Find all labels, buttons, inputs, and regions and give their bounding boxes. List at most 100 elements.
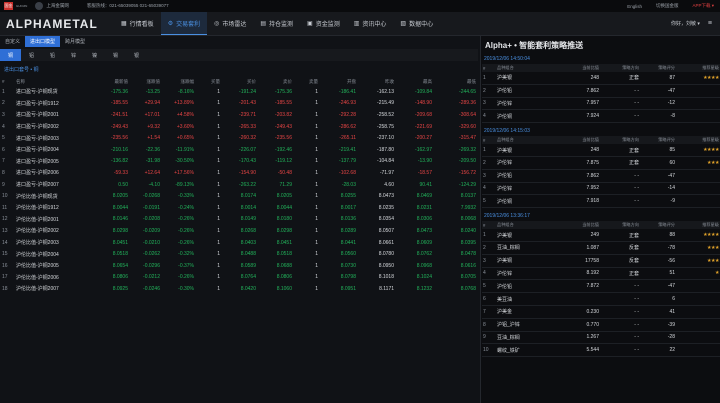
strategy-row[interactable]: 6 美豆油 - -6 (482, 292, 720, 306)
cell-8: 1 (315, 88, 318, 95)
strategy-row[interactable]: 8 沪铝_沪锌 0.770- - -39 (482, 318, 720, 332)
cell-6: 8.0488 (240, 251, 256, 258)
nav-icon-5: ▥ (353, 21, 360, 27)
table-row[interactable]: 7 进口盈亏-沪铜2005 -136.82 -31.98 -30.50% 1 -170.43… (0, 156, 478, 168)
strategy-row[interactable]: 5 沪伦铜 7.918- - -9 (482, 194, 720, 209)
metal-tab-2[interactable]: 铅 (42, 49, 63, 61)
strategy-row[interactable]: 1 沪美银 248 正套 87 ★★★★ (482, 72, 720, 85)
cell-10: 8.1171 (379, 285, 394, 292)
strategy-row[interactable]: 4 沪伦铜 7.924- - -8 (482, 109, 720, 124)
nav-item-5[interactable]: ▥ 资讯中心 (347, 12, 394, 35)
table-row[interactable]: 12 沪伦比值-沪铜2001 8.0146 -0.0208 -0.26% 1 8.0149 8… (0, 214, 478, 226)
strategy-cell-4: 6 (640, 292, 676, 306)
cell-4: -8.16% (178, 88, 194, 95)
cell-0: 7 (2, 158, 5, 165)
col-header-11[interactable]: 最高 (396, 77, 434, 86)
cell-0: 5 (2, 135, 5, 142)
strategy-row[interactable]: 2 豆油_棕榈 1.087 反套 -78 ★★★ (482, 241, 720, 255)
col-header-8[interactable]: 卖量 (294, 77, 320, 86)
strategy-row[interactable]: 3 沪美铜 17758 反套 -56 ★★★ (482, 254, 720, 268)
col-header-7[interactable]: 卖价 (258, 77, 294, 86)
strategy-row[interactable]: 7 沪美金 0.230- -41 (482, 305, 720, 319)
col-header-9[interactable]: 开盘 (320, 77, 358, 86)
cell-6: -265.33 (239, 123, 256, 130)
strategy-cell-4: 22 (640, 343, 676, 358)
strategy-row[interactable]: 5 沪伦铅 7.872- - -47 (482, 279, 720, 294)
metal-tab-5[interactable]: 锡 (105, 49, 126, 61)
metal-tab-6[interactable]: 银 (126, 49, 147, 61)
table-row[interactable]: 1 进口盈亏-沪铜现货 -175.36 -13.25 -8.16% 1 -191.24 -17… (0, 86, 478, 98)
table-row[interactable]: 10 沪伦比值-沪铜现货 8.0205 -0.0268 -0.33% 1 8.0174 8.0… (0, 190, 478, 202)
cell-8: 1 (315, 216, 318, 223)
nav-item-2[interactable]: ◎ 市场雷达 (207, 12, 253, 35)
table-row[interactable]: 15 沪伦比值-沪铜2004 8.0518 -0.0262 -0.32% 1 8.0488 8… (0, 248, 478, 260)
cell-4: +3.60% (176, 123, 194, 130)
strategy-col-0: # (482, 64, 496, 72)
col-header-10[interactable]: 昨收 (358, 77, 396, 86)
col-header-5[interactable]: 买量 (196, 77, 222, 86)
brand-logo[interactable]: ALPHAMETAL (6, 17, 114, 31)
nav-item-1[interactable]: ⚙ 交易套利 (160, 12, 208, 35)
table-row[interactable]: 18 沪伦比值-沪铜2007 8.0925 -0.0246 -0.30% 1 8.0420 8… (0, 283, 478, 295)
table-row[interactable]: 3 进口盈亏-沪铜2001 -241.51 +17.01 +4.58% 1 -239.71 -… (0, 109, 478, 121)
nav-item-4[interactable]: ▣ 资金监测 (300, 12, 347, 35)
nav-item-0[interactable]: ▦ 行情看板 (114, 12, 161, 35)
model-tab-1[interactable]: 进出口模型 (25, 36, 61, 47)
table-row[interactable]: 4 进口盈亏-沪铜2002 -249.43 +9.32 +3.60% 1 -265.33 -2… (0, 121, 478, 133)
switch-version-link[interactable]: 切换国金版 (656, 3, 679, 9)
col-header-6[interactable]: 买价 (222, 77, 258, 86)
strategy-col-1: 品种组合 (496, 64, 556, 72)
strategy-cell-1: 沪伦铅 (496, 84, 556, 98)
model-tab-2[interactable]: 跨月模型 (60, 36, 90, 47)
strategy-row[interactable]: 1 沪美银 248 正套 85 ★★★★ (482, 144, 720, 157)
strategy-row[interactable]: 4 沪伦锌 7.952- - -14 (482, 182, 720, 196)
app-download-link[interactable]: APP下载 ▾ (692, 3, 714, 9)
metal-tab-0[interactable]: 铜 (0, 49, 21, 61)
table-row[interactable]: 6 进口盈亏-沪铜2004 -210.16 -22.36 -11.91% 1 -226.07… (0, 144, 478, 156)
user-menu[interactable]: 你好，刘敏 ▾ (671, 20, 700, 27)
strategy-row[interactable]: 1 沪美银 249 正套 88 ★★★★ (482, 229, 720, 242)
strategy-table-1: # 品种组合 当前比值 策略方向 策略评分 推荐星级 1 沪美银 248 正套 85 ★★★★ 2 沪伦锌… (482, 136, 720, 209)
strategy-row[interactable]: 2 沪伦锌 7.875 正套 60 ★★★ (482, 156, 720, 170)
cell-12: 8.0478 (460, 251, 476, 258)
nav-item-3[interactable]: ▤ 持仓监测 (253, 12, 300, 35)
col-header-4[interactable]: 涨跌幅 (162, 77, 196, 86)
cell-9: -137.79 (339, 158, 356, 165)
cell-12: 8.0137 (460, 193, 476, 200)
metal-tab-1[interactable]: 铝 (21, 49, 42, 61)
table-row[interactable]: 17 沪伦比值-沪铜2006 8.0806 -0.0212 -0.26% 1 8.0764 8… (0, 272, 478, 284)
nav-item-6[interactable]: ▧ 数据中心 (393, 12, 440, 35)
language-link[interactable]: English (627, 4, 642, 9)
strategy-row[interactable]: 3 沪伦铅 7.862- - -47 (482, 169, 720, 183)
strategy-row[interactable]: 4 沪伦锌 8.192 正套 51 ★ (482, 267, 720, 281)
hamburger-icon[interactable]: ≡ (708, 20, 712, 27)
strategy-row[interactable]: 3 沪伦锌 7.957- - -12 (482, 97, 720, 111)
table-row[interactable]: 16 沪伦比值-沪铜2005 8.0654 -0.0296 -0.37% 1 8.0589 8… (0, 260, 478, 272)
cell-2: -185.55 (111, 100, 128, 107)
strategy-row[interactable]: 9 豆油_棕榈 1.267- - -28 (482, 331, 720, 345)
model-tab-0[interactable]: 自定义 (0, 36, 25, 47)
col-header-3[interactable]: 涨跌值 (130, 77, 162, 86)
cell-6: -260.32 (239, 135, 256, 142)
table-row[interactable]: 13 沪伦比值-沪铜2002 8.0298 -0.0209 -0.26% 1 8.0268 8… (0, 225, 478, 237)
metal-tab-4[interactable]: 镍 (84, 49, 105, 61)
table-row[interactable]: 5 进口盈亏-沪铜2003 -235.56 +1.54 +0.65% 1 -260.32 -2… (0, 132, 478, 144)
cell-6: 8.0268 (240, 227, 256, 234)
strategy-row[interactable]: 2 沪伦铅 7.862- - -47 (482, 84, 720, 98)
col-header-2[interactable]: 最新值 (94, 77, 130, 86)
table-row[interactable]: 11 沪伦比值-沪铜1912 8.0044 -0.0191 -0.24% 1 8.0014 8… (0, 202, 478, 214)
strategy-cell-4: 87 (640, 72, 676, 85)
table-row[interactable]: 14 沪伦比值-沪铜2003 8.0451 -0.0210 -0.26% 1 8.0403 8… (0, 237, 478, 249)
metal-tab-3[interactable]: 锌 (63, 49, 84, 61)
strategy-row[interactable]: 10 螺纹_铁矿 5.544- -22 (482, 343, 720, 358)
cell-12: -209.50 (459, 158, 476, 165)
strategy-cell-1: 豆油_棕榈 (496, 331, 556, 345)
table-row[interactable]: 9 进口盈亏-沪铜2007 0.50 -4.10 -89.13% 1 -263.22 71.2… (0, 179, 478, 191)
strategy-cell-0: 5 (482, 279, 496, 294)
cell-0: 6 (2, 146, 5, 153)
table-row[interactable]: 8 进口盈亏-沪铜2006 -59.33 +12.64 +17.56% 1 -154.90 -… (0, 167, 478, 179)
table-row[interactable]: 2 进口盈亏-沪铜1912 -185.55 +29.94 +13.89% 1 -201.43… (0, 98, 478, 110)
strategy-cell-1: 沪美银 (496, 229, 556, 242)
col-header-12[interactable]: 最低 (434, 77, 478, 86)
strategy-col-0: # (482, 221, 496, 230)
